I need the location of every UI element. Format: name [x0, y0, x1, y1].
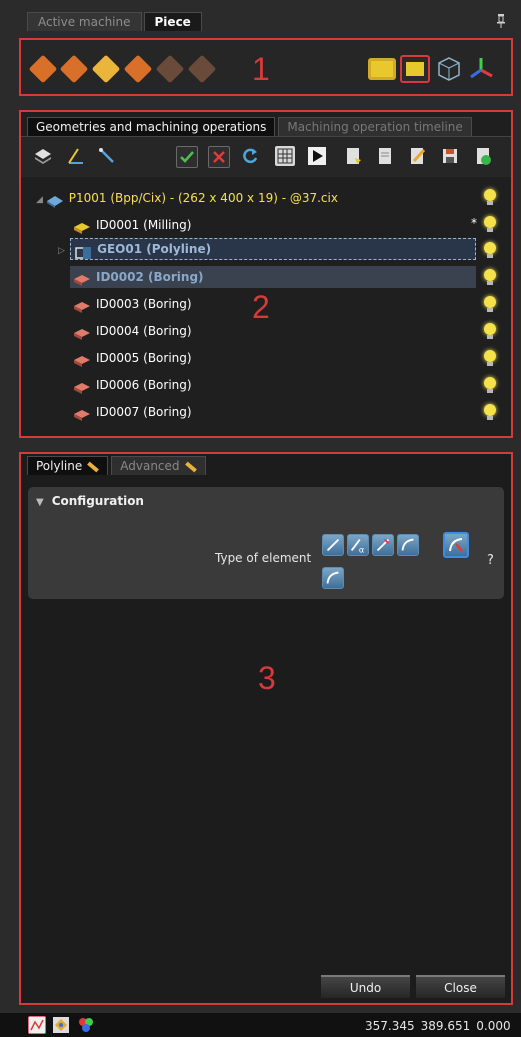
tab-advanced[interactable]: Advanced [111, 456, 206, 475]
tab-piece[interactable]: Piece [143, 12, 202, 31]
tree-label: GEO01 (Polyline) [97, 242, 212, 256]
expander-icon[interactable]: ◢ [36, 195, 43, 205]
view-frame-icon[interactable] [400, 55, 430, 83]
section-label-1: 1 [252, 51, 270, 87]
visibility-bulb-icon[interactable] [484, 269, 496, 285]
piece-icon [46, 193, 63, 208]
coord-x: 357.345 [365, 1019, 415, 1033]
element-arc-3points-button[interactable] [322, 567, 344, 589]
uncheck-all-icon[interactable] [208, 146, 230, 168]
element-arc-tangent-button[interactable] [443, 532, 469, 558]
undo-button[interactable]: Undo [321, 975, 410, 998]
refresh-icon[interactable] [240, 146, 260, 166]
geometry-toolbar [21, 136, 511, 177]
boring-icon [74, 326, 90, 340]
save-icon[interactable] [440, 146, 460, 166]
type-of-element-label: Type of element [215, 551, 312, 565]
export-icon[interactable] [473, 146, 493, 166]
element-line-button[interactable] [322, 534, 344, 556]
tree-row[interactable]: ID0001 (Milling) [74, 214, 191, 236]
tab-polyline-label: Polyline [36, 459, 83, 473]
tab-polyline[interactable]: Polyline [27, 456, 109, 475]
element-line-angle-button[interactable]: α [347, 534, 369, 556]
document-icon[interactable] [375, 146, 395, 166]
palette-icon[interactable] [77, 1016, 95, 1034]
pencil-icon [87, 461, 100, 472]
tree-label: ID0003 (Boring) [96, 297, 192, 311]
tab-active-machine[interactable]: Active machine [27, 12, 142, 31]
tree-root-row[interactable]: ◢ P1001 (Bpp/Cix) - (262 x 400 x 19) - @… [36, 187, 338, 209]
visibility-bulb-icon[interactable] [484, 377, 496, 393]
tree-label: ID0006 (Boring) [96, 378, 192, 392]
tree-row-selected[interactable]: ▷ GEO01 (Polyline) [58, 238, 211, 260]
top-tab-strip: Active machine Piece [27, 12, 204, 31]
check-all-icon[interactable] [176, 146, 198, 168]
boring-icon [74, 353, 90, 367]
tab-advanced-label: Advanced [120, 459, 180, 473]
layer-icon[interactable] [33, 146, 53, 166]
view-top-icon[interactable] [368, 58, 396, 80]
visibility-bulb-icon[interactable] [484, 323, 496, 339]
properties-tab-strip: Polyline Advanced [27, 456, 209, 475]
close-button[interactable]: Close [416, 975, 505, 998]
pin-icon[interactable] [494, 13, 508, 29]
tree-row[interactable]: ID0003 (Boring) [74, 293, 192, 315]
section-label-3: 3 [258, 660, 276, 696]
configuration-title: Configuration [51, 494, 144, 508]
tree-row[interactable]: ID0004 (Boring) [74, 320, 192, 342]
tree-row[interactable]: ID0002 (Boring) [74, 266, 204, 288]
tree-label: ID0004 (Boring) [96, 324, 192, 338]
tab-timeline[interactable]: Machining operation timeline [278, 117, 472, 136]
play-icon[interactable] [307, 146, 327, 166]
boring-icon [74, 272, 90, 286]
polyline-icon [75, 244, 92, 259]
new-document-icon[interactable] [343, 146, 363, 166]
boring-icon [74, 407, 90, 421]
angle-icon[interactable] [66, 146, 86, 166]
element-arc-button[interactable] [397, 534, 419, 556]
tree-label: ID0002 (Boring) [96, 270, 204, 284]
table-icon[interactable] [275, 146, 295, 166]
tree-row[interactable]: ID0007 (Boring) [74, 401, 192, 423]
modified-marker: * [471, 216, 477, 230]
tree-label: P1001 (Bpp/Cix) - (262 x 400 x 19) - @37… [68, 191, 338, 205]
geometry-tab-strip: Geometries and machining operations Mach… [27, 117, 475, 136]
coordinates-readout: 357.345 389.651 0.000 [365, 1019, 517, 1033]
boring-icon [74, 299, 90, 313]
sketch-icon[interactable] [28, 1016, 46, 1034]
collapse-triangle-icon[interactable]: ▼ [36, 497, 44, 508]
configuration-header[interactable]: ▼ Configuration [36, 494, 144, 508]
pencil-icon [184, 461, 197, 472]
boring-icon [74, 380, 90, 394]
element-line-tangent-button[interactable] [372, 534, 394, 556]
visibility-bulb-icon[interactable] [484, 296, 496, 312]
line-icon[interactable] [97, 146, 117, 166]
visibility-bulb-icon[interactable] [484, 242, 496, 258]
tree-row[interactable]: ID0006 (Boring) [74, 374, 192, 396]
visibility-bulb-icon[interactable] [484, 404, 496, 420]
help-question-mark[interactable]: ? [487, 553, 494, 568]
tree-label: ID0005 (Boring) [96, 351, 192, 365]
svg-text:α: α [359, 544, 364, 554]
shapes-icon[interactable] [52, 1016, 70, 1034]
visibility-bulb-icon[interactable] [484, 350, 496, 366]
visibility-bulb-icon[interactable] [484, 189, 496, 205]
edit-document-icon[interactable] [407, 146, 427, 166]
axes-icon[interactable] [468, 56, 494, 82]
tree-label: ID0001 (Milling) [96, 218, 192, 232]
tree-label: ID0007 (Boring) [96, 405, 192, 419]
view-3d-icon[interactable] [436, 56, 462, 82]
coord-y: 389.651 [420, 1019, 471, 1033]
milling-icon [74, 220, 90, 234]
tab-geometries[interactable]: Geometries and machining operations [27, 117, 276, 136]
expander-icon[interactable]: ▷ [58, 246, 65, 256]
tree-row[interactable]: ID0005 (Boring) [74, 347, 192, 369]
visibility-bulb-icon[interactable] [484, 216, 496, 232]
section-label-2: 2 [252, 289, 270, 325]
coord-z: 0.000 [476, 1019, 511, 1033]
